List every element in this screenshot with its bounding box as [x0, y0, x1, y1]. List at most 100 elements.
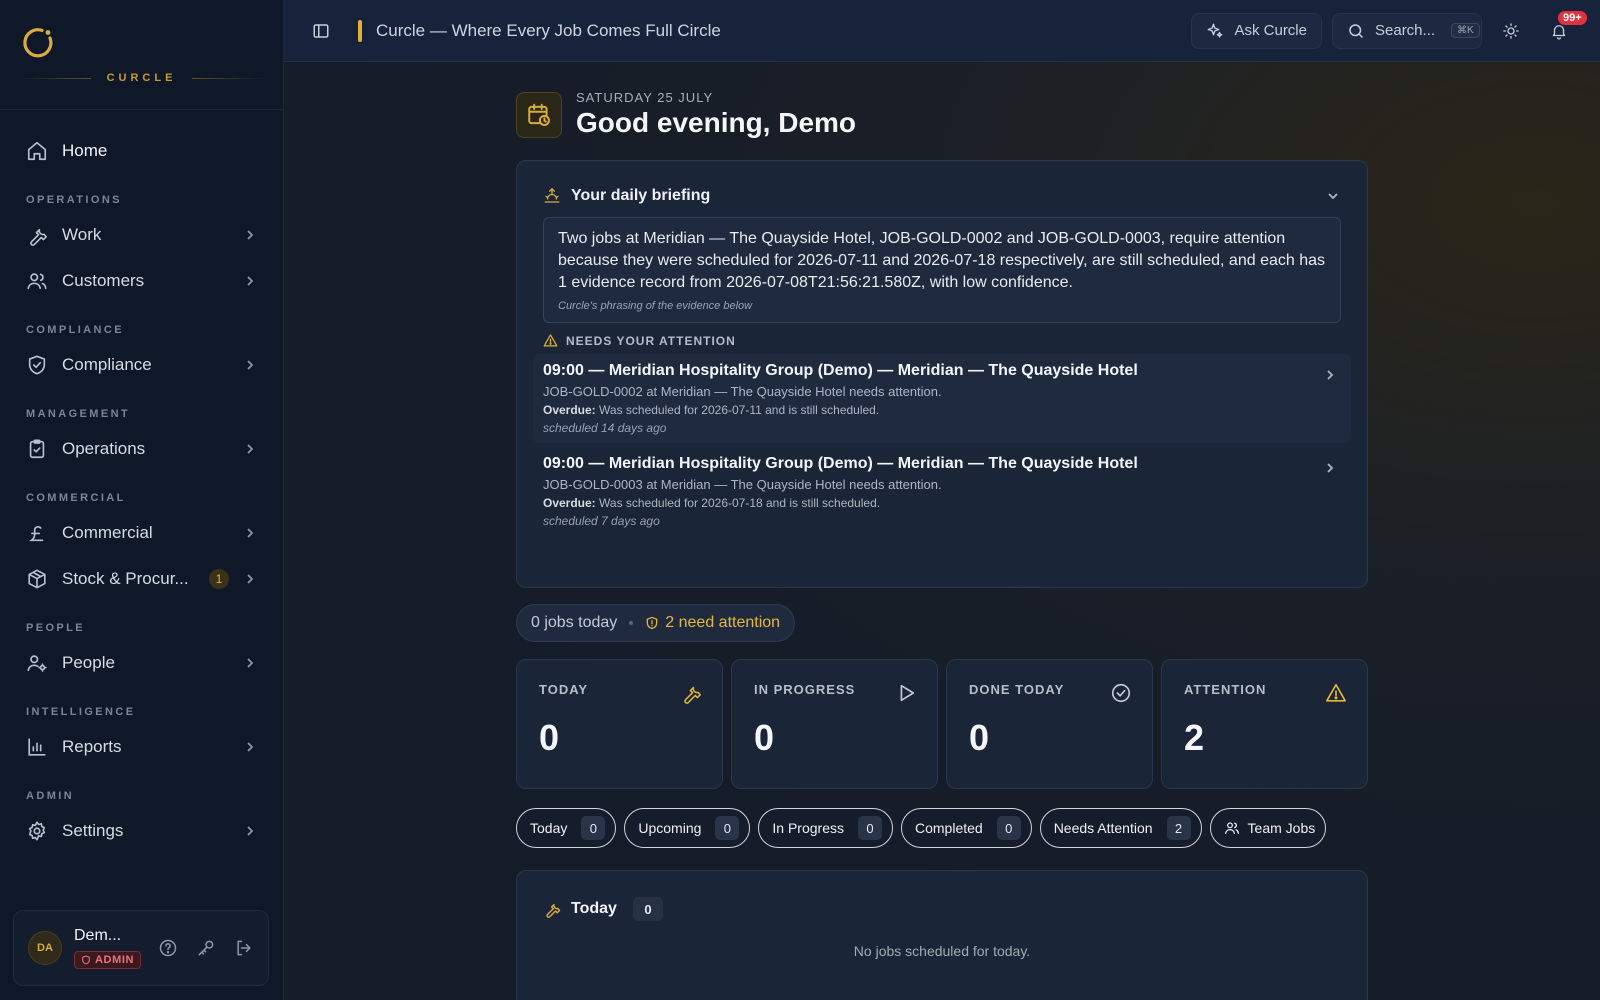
- theme-toggle-button[interactable]: [1492, 12, 1530, 50]
- main-content: SATURDAY 25 JULY Good evening, Demo Your…: [284, 62, 1600, 1000]
- filter-upcoming[interactable]: Upcoming 0: [624, 808, 751, 848]
- shortcut-hint: ⌘K: [1451, 23, 1480, 38]
- ask-curcle-button[interactable]: Ask Curcle: [1191, 12, 1322, 49]
- filter-label: In Progress: [772, 820, 844, 836]
- sidebar-item-operations[interactable]: Operations: [14, 426, 269, 472]
- stat-label: DONE TODAY: [969, 682, 1065, 697]
- stat-label: ATTENTION: [1184, 682, 1267, 697]
- sidebar-item-people[interactable]: People: [14, 640, 269, 686]
- attention-summary[interactable]: 2 need attention: [645, 614, 780, 632]
- filter-completed[interactable]: Completed 0: [900, 808, 1032, 848]
- wrench-icon: [680, 682, 702, 704]
- overdue-label: Overdue:: [543, 403, 596, 417]
- chevron-right-icon: [243, 740, 257, 754]
- brand-name: CURCLE: [106, 72, 177, 84]
- sidebar-toggle-icon[interactable]: [312, 22, 330, 40]
- sidebar-item-reports[interactable]: Reports: [14, 724, 269, 770]
- ask-curcle-label: Ask Curcle: [1234, 22, 1307, 39]
- chevron-right-icon: [1323, 461, 1337, 475]
- sidebar-item-compliance[interactable]: Compliance: [14, 342, 269, 388]
- notifications-button[interactable]: 99+: [1540, 10, 1587, 50]
- home-icon: [26, 140, 48, 162]
- avatar[interactable]: DA: [28, 931, 62, 965]
- nav-section-commercial: COMMERCIAL: [26, 492, 126, 504]
- separator-dot: [629, 621, 634, 625]
- sidebar-item-settings[interactable]: Settings: [14, 808, 269, 854]
- count-badge: 1: [209, 569, 229, 589]
- attention-item-subtitle: JOB-GOLD-0002 at Meridian — The Quayside…: [543, 384, 942, 399]
- shield-check-icon: [26, 354, 48, 376]
- attention-item[interactable]: 09:00 — Meridian Hospitality Group (Demo…: [533, 354, 1351, 443]
- nav-section-intelligence: INTELLIGENCE: [26, 706, 136, 718]
- attention-item[interactable]: 09:00 — Meridian Hospitality Group (Demo…: [533, 447, 1351, 536]
- title-accent-bar: [358, 19, 362, 42]
- briefing-note: Curcle's phrasing of the evidence below: [558, 300, 753, 312]
- help-icon[interactable]: [158, 938, 178, 958]
- user-cog-icon: [26, 652, 48, 674]
- stat-card-today[interactable]: TODAY 0: [516, 659, 723, 789]
- logout-icon[interactable]: [234, 938, 254, 958]
- search-input[interactable]: Search... ⌘K: [1332, 12, 1482, 49]
- stat-card-done-today[interactable]: DONE TODAY 0: [946, 659, 1153, 789]
- stat-card-attention[interactable]: ATTENTION 2: [1161, 659, 1368, 789]
- sparkles-icon: [1206, 22, 1224, 40]
- today-header: Today 0: [543, 897, 1341, 921]
- overdue-text: Was scheduled for 2026-07-18 and is stil…: [595, 496, 881, 510]
- empty-state: No jobs scheduled for today.: [853, 943, 1031, 959]
- filter-in-progress[interactable]: In Progress 0: [758, 808, 893, 848]
- briefing-header[interactable]: Your daily briefing: [543, 187, 1341, 205]
- attention-item-ago: scheduled 7 days ago: [543, 514, 660, 528]
- user-panel: DA Dem... ADMIN: [13, 910, 269, 986]
- nav-section-operations: OPERATIONS: [26, 194, 122, 206]
- sidebar-item-work[interactable]: Work: [14, 212, 269, 258]
- jobs-summary: 0 jobs today 2 need attention: [516, 604, 796, 642]
- filter-today[interactable]: Today 0: [516, 808, 617, 848]
- nav-section-management: MANAGEMENT: [26, 408, 131, 420]
- attention-item-overdue: Overdue: Was scheduled for 2026-07-18 an…: [543, 496, 1311, 510]
- attention-header: NEEDS YOUR ATTENTION: [543, 333, 1341, 348]
- sidebar-item-home[interactable]: Home: [14, 128, 269, 174]
- user-name: Dem...: [74, 926, 122, 944]
- chevron-down-icon[interactable]: [1325, 188, 1341, 204]
- brand-divider-left: [18, 77, 91, 79]
- filter-label: Needs Attention: [1053, 820, 1153, 836]
- nav-section-people: PEOPLE: [26, 622, 86, 634]
- package-icon: [26, 568, 48, 590]
- users-icon: [26, 270, 48, 292]
- sidebar-item-stock-procurement[interactable]: Stock & Procur... 1: [14, 556, 269, 602]
- today-title: Today: [571, 900, 617, 917]
- filter-label: Completed: [914, 820, 983, 836]
- filter-count: 0: [715, 816, 740, 840]
- attention-summary-label: 2 need attention: [665, 614, 781, 631]
- curcle-logo-icon[interactable]: [22, 26, 56, 60]
- filter-count: 0: [996, 816, 1021, 840]
- stat-label: IN PROGRESS: [754, 682, 856, 697]
- filter-needs-attention[interactable]: Needs Attention 2: [1039, 808, 1202, 848]
- chevron-right-icon: [243, 656, 257, 670]
- app-title: Curcle — Where Every Job Comes Full Circ…: [376, 20, 721, 40]
- brand: CURCLE: [0, 0, 283, 110]
- stat-card-in-progress[interactable]: IN PROGRESS 0: [731, 659, 938, 789]
- stat-value: 0: [539, 717, 560, 758]
- filter-team-jobs[interactable]: Team Jobs: [1209, 808, 1327, 848]
- nav-section-compliance: COMPLIANCE: [26, 324, 124, 336]
- sidebar-item-customers[interactable]: Customers: [14, 258, 269, 304]
- sidebar-item-label: Home: [62, 141, 108, 160]
- stat-value: 0: [969, 717, 990, 758]
- play-icon: [895, 682, 917, 704]
- sidebar-item-label: Settings: [62, 821, 124, 840]
- attention-item-overdue: Overdue: Was scheduled for 2026-07-11 an…: [543, 403, 1311, 417]
- role-badge: ADMIN: [74, 950, 142, 969]
- greeting-date: SATURDAY 25 JULY: [576, 90, 714, 105]
- pound-icon: [26, 522, 48, 544]
- attention-item-title: 09:00 — Meridian Hospitality Group (Demo…: [543, 362, 1138, 379]
- filter-label: Team Jobs: [1247, 820, 1316, 836]
- chevron-right-icon: [243, 526, 257, 540]
- filter-label: Today: [530, 820, 568, 836]
- key-icon[interactable]: [196, 938, 216, 958]
- sidebar-item-commercial[interactable]: Commercial: [14, 510, 269, 556]
- stat-value: 2: [1184, 717, 1205, 758]
- chevron-right-icon: [243, 442, 257, 456]
- jobs-today-count: 0 jobs today: [531, 614, 618, 631]
- stat-label: TODAY: [539, 682, 589, 697]
